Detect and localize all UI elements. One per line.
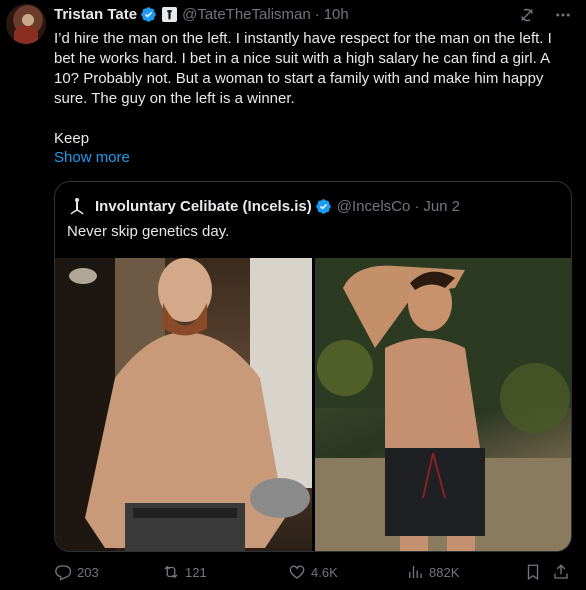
retweet-count: 121 [185,564,207,580]
author-handle[interactable]: @TateTheTalisman [182,6,311,23]
verified-badge-icon [140,6,157,23]
verified-badge-icon [315,198,332,215]
bookmark-icon [524,563,542,581]
retweet-button[interactable]: 121 [162,562,207,582]
like-icon [288,563,306,581]
affiliation-badge-icon[interactable] [162,6,178,22]
quoted-tweet-header: Involuntary Celibate (Incels.is) @Incels… [67,196,460,216]
tweet-action-bar: 203 121 4.6K 882K [54,562,574,582]
tweet-paragraph: I’d hire the man on the left. I instantl… [54,30,552,107]
tweet-timestamp[interactable]: 10h [324,6,349,23]
media-image-right[interactable] [315,258,571,551]
tweet-body: I’d hire the man on the left. I instantl… [54,29,576,149]
bookmark-button[interactable] [524,562,542,582]
show-more-link[interactable]: Show more [54,149,130,166]
author-name[interactable]: Tristan Tate [54,6,137,23]
quoted-tweet-media [55,258,571,551]
views-count: 882K [429,564,460,580]
quoted-tweet-text: Never skip genetics day. [67,223,230,240]
share-button[interactable] [552,562,570,582]
media-image-left[interactable] [55,258,312,551]
grok-icon[interactable] [518,6,536,24]
like-count: 4.6K [311,564,338,580]
tweet-top-actions [518,6,572,24]
reply-button[interactable]: 203 [54,562,99,582]
quoted-tweet-card[interactable]: Involuntary Celibate (Incels.is) @Incels… [54,181,572,552]
views-icon [406,563,424,581]
tweet-header: Tristan Tate @TateTheTalisman · 10h [54,4,349,24]
share-icon [552,563,570,581]
reply-count: 203 [77,564,99,580]
retweet-icon [162,563,180,581]
more-icon[interactable] [554,6,572,24]
tweet-paragraph: Keep [54,130,90,147]
reply-icon [54,563,72,581]
author-avatar[interactable] [6,4,46,44]
quoted-author-name: Involuntary Celibate (Incels.is) [95,197,312,215]
views-button[interactable]: 882K [406,562,459,582]
separator-dot: · [314,5,320,23]
separator-dot: · [414,197,420,215]
like-button[interactable]: 4.6K [288,562,338,582]
quoted-author-avatar [67,196,87,216]
quoted-author-handle: @IncelsCo [336,197,411,215]
quoted-tweet-date: Jun 2 [423,197,461,215]
